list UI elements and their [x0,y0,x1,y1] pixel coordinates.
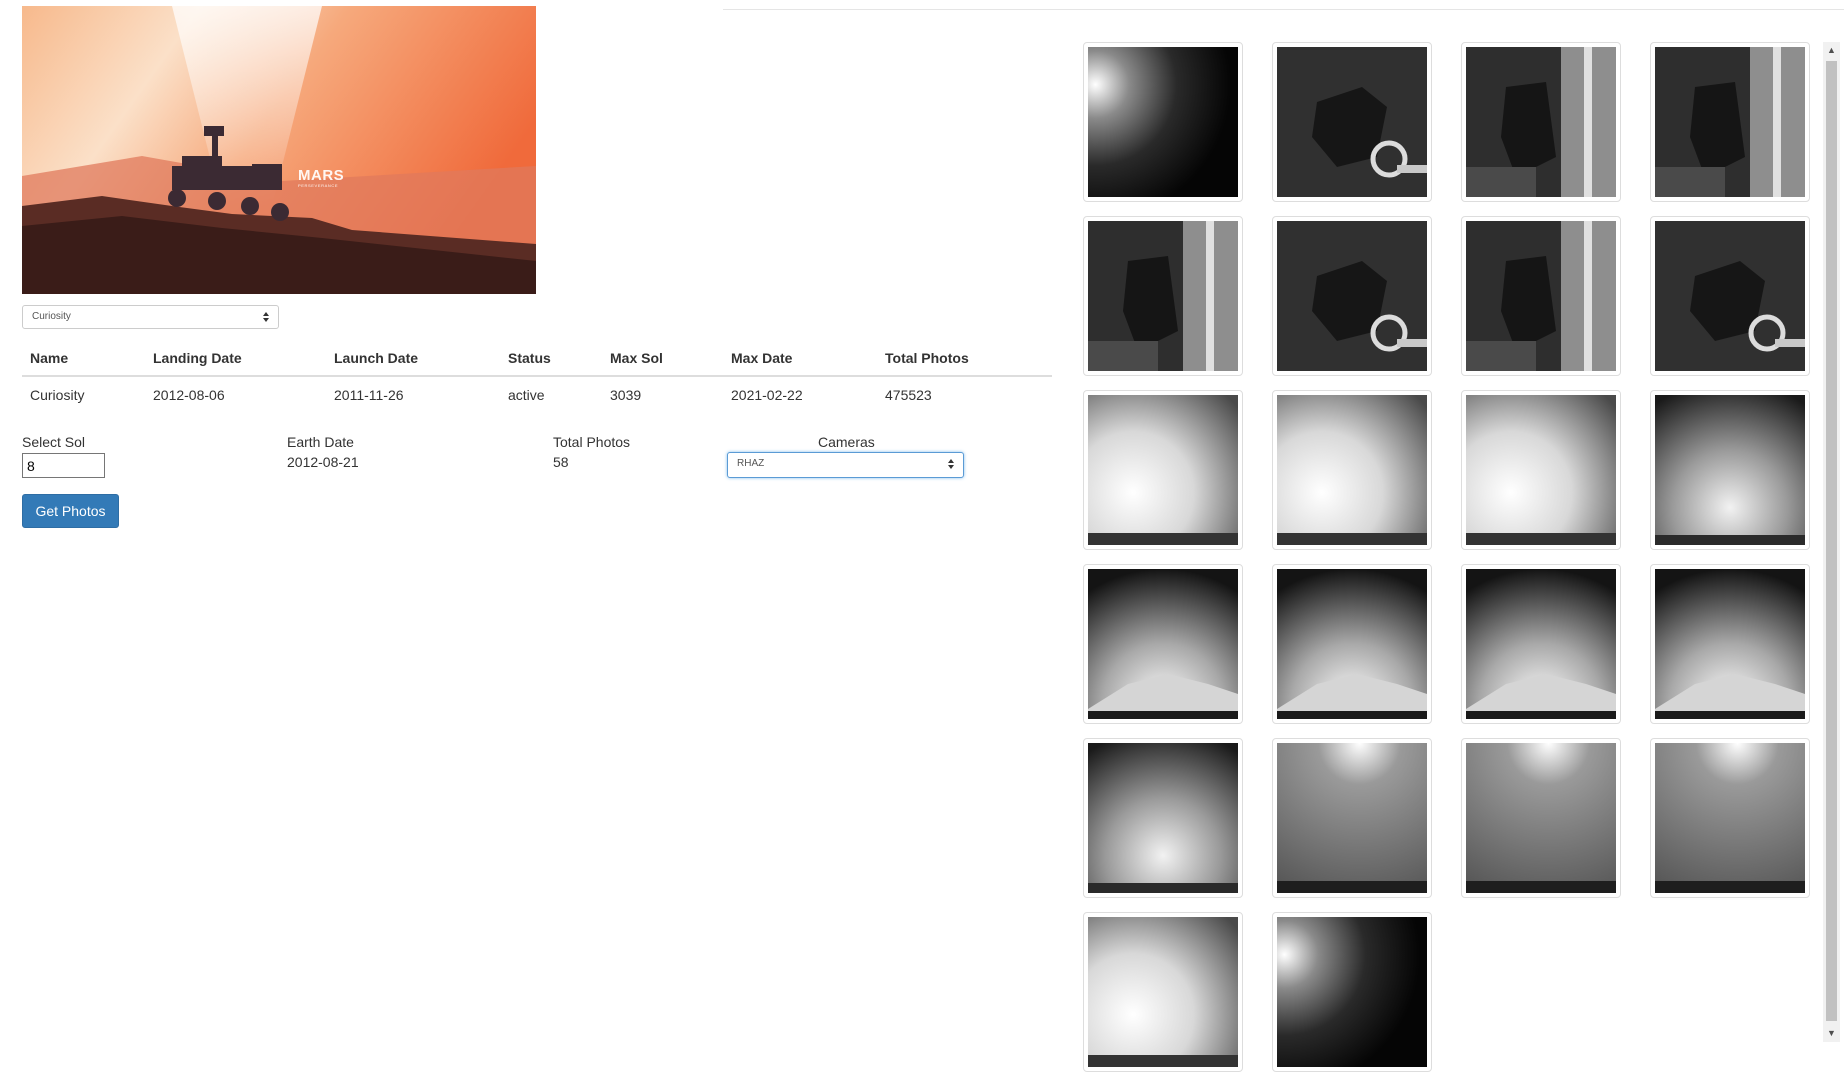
cell-name: Curiosity [30,386,85,403]
earth-date-label: Earth Date [287,434,354,450]
camera-select-value: RHAZ [737,458,765,469]
select-sol-label: Select Sol [22,434,86,450]
photo-thumbnail[interactable] [1083,42,1243,202]
table-header-row: Name Landing Date Launch Date Status Max… [22,340,1052,377]
photo-image [1277,569,1427,719]
col-status: Status [500,340,602,377]
cell-launch-date: 2011-11-26 [334,386,404,403]
photo-image [1277,395,1427,545]
photo-image [1088,917,1238,1067]
photo-image [1088,395,1238,545]
photo-image [1466,395,1616,545]
photo-thumbnail[interactable] [1461,216,1621,376]
photo-thumbnail[interactable] [1650,216,1810,376]
photo-thumbnail[interactable] [1083,564,1243,724]
photo-image [1277,743,1427,893]
scroll-thumb[interactable] [1826,61,1837,1021]
photo-thumbnail[interactable] [1083,738,1243,898]
photo-thumbnail[interactable] [1461,738,1621,898]
top-divider [723,9,1844,10]
total-photos-value: 58 [553,454,569,470]
photo-image [1466,743,1616,893]
rover-info-table: Name Landing Date Launch Date Status Max… [22,340,1052,412]
rover-select-value: Curiosity [32,311,71,322]
photo-image [1088,743,1238,893]
col-max-sol: Max Sol [602,340,723,377]
col-name: Name [22,340,145,377]
mars-logo-title: MARS [298,167,345,184]
photo-thumbnail[interactable] [1650,42,1810,202]
chevron-updown-icon [948,459,954,469]
photo-thumbnail[interactable] [1272,390,1432,550]
photo-image [1088,221,1238,371]
mars-logo-subtitle: PERSEVERANCE [298,183,339,188]
photo-image [1088,47,1238,197]
table-row: Curiosity 2012-08-06 2011-11-26 active 3… [22,376,1052,412]
col-max-date: Max Date [723,340,877,377]
photo-thumbnail[interactable] [1272,738,1432,898]
photo-image [1466,221,1616,371]
photo-thumbnail[interactable] [1272,564,1432,724]
photo-image [1655,47,1805,197]
cell-total-photos: 475523 [885,386,932,403]
photo-image [1277,221,1427,371]
earth-date-value: 2012-08-21 [287,454,359,470]
photo-thumbnail[interactable] [1650,738,1810,898]
photo-thumbnail[interactable] [1272,42,1432,202]
cell-max-date: 2021-02-22 [731,386,803,403]
photo-image [1655,569,1805,719]
photo-thumbnail[interactable] [1272,912,1432,1072]
cell-status: active [508,386,545,403]
cameras-label: Cameras [818,434,875,450]
photo-image [1655,395,1805,545]
photo-image [1088,569,1238,719]
photo-thumbnail[interactable] [1650,564,1810,724]
col-launch-date: Launch Date [326,340,500,377]
cell-max-sol: 3039 [610,386,642,403]
photo-thumbnail[interactable] [1083,390,1243,550]
sol-input[interactable] [22,453,105,478]
photo-image [1655,743,1805,893]
photo-thumbnail[interactable] [1461,390,1621,550]
photo-thumbnail[interactable] [1272,216,1432,376]
mars-hero-image: MARS PERSEVERANCE [22,6,536,294]
photo-thumbnail[interactable] [1083,912,1243,1072]
total-photos-label: Total Photos [553,434,631,450]
scroll-up-icon[interactable]: ▲ [1823,42,1840,59]
page-scrollbar[interactable]: ▲ ▼ [1823,42,1840,1042]
photo-image [1655,221,1805,371]
photo-image [1277,917,1427,1067]
photo-thumbnail[interactable] [1461,564,1621,724]
photo-image [1466,569,1616,719]
col-landing-date: Landing Date [145,340,326,377]
mars-logo: MARS PERSEVERANCE [298,168,344,189]
col-total-photos: Total Photos [877,340,1052,377]
chevron-updown-icon [263,312,269,322]
photo-thumbnail[interactable] [1461,42,1621,202]
scroll-down-icon[interactable]: ▼ [1823,1025,1840,1042]
photo-image [1466,47,1616,197]
photo-thumbnail[interactable] [1083,216,1243,376]
photo-image [1277,47,1427,197]
photo-thumbnail[interactable] [1650,390,1810,550]
cell-landing-date: 2012-08-06 [153,386,225,403]
get-photos-button[interactable]: Get Photos [22,494,119,528]
camera-select[interactable]: RHAZ [727,452,964,478]
rover-select[interactable]: Curiosity [22,305,279,329]
